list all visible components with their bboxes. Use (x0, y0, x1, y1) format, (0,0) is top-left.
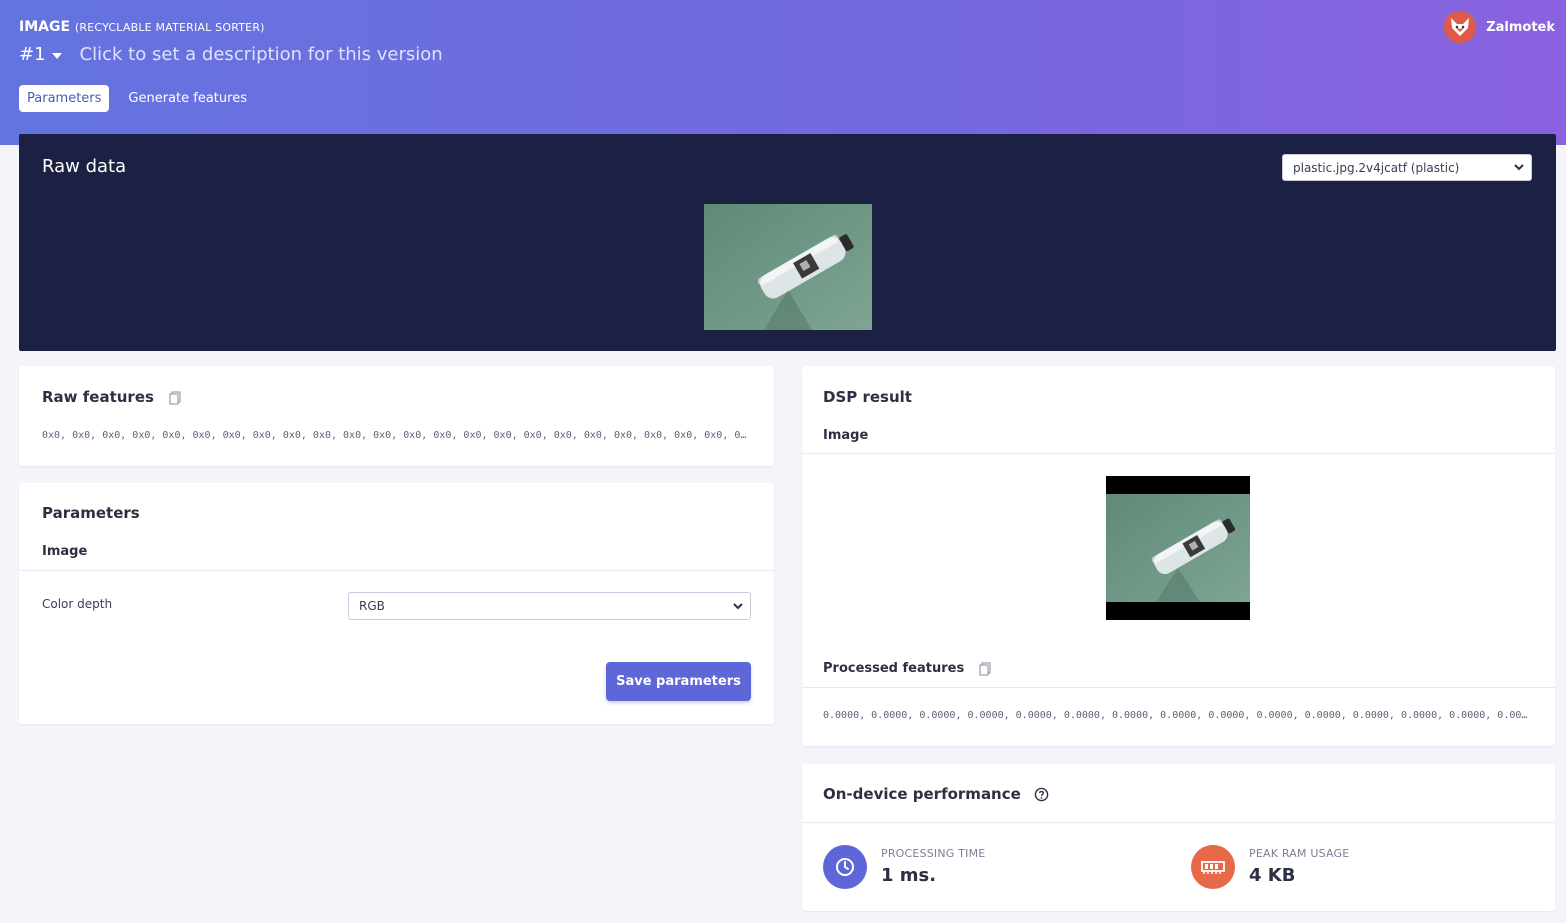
tab-parameters[interactable]: Parameters (19, 85, 110, 112)
raw-data-title: Raw data (42, 156, 127, 177)
parameters-title: Parameters (42, 504, 140, 522)
chevron-down-icon (733, 603, 743, 610)
user-name: Zalmotek (1486, 19, 1555, 35)
help-icon[interactable] (1034, 787, 1049, 802)
performance-title: On-device performance (823, 785, 1021, 803)
dsp-result-title: DSP result (823, 388, 912, 406)
dsp-section-image: Image (823, 428, 869, 443)
ram-icon (1191, 845, 1235, 889)
peak-ram-label: PEAK RAM USAGE (1249, 847, 1350, 860)
version-number: #1 (19, 44, 46, 65)
chevron-down-icon (1514, 164, 1524, 171)
user-menu[interactable]: Zalmotek (1444, 11, 1555, 43)
clock-icon (823, 845, 867, 889)
processing-time-label: PROCESSING TIME (881, 847, 986, 860)
project-name: (RECYCLABLE MATERIAL SORTER) (74, 21, 265, 34)
raw-features-values: 0x0, 0x0, 0x0, 0x0, 0x0, 0x0, 0x0, 0x0, … (42, 430, 752, 441)
parameters-card: Parameters Image Color depth RGB Save pa… (19, 483, 774, 724)
raw-data-panel: Raw data plastic.jpg.2v4jcatf (plastic) (19, 134, 1556, 351)
color-depth-value: RGB (359, 599, 385, 613)
processed-features-title-row: Processed features (823, 661, 992, 676)
sample-select-value: plastic.jpg.2v4jcatf (plastic) (1293, 160, 1460, 175)
processing-time-value: 1 ms. (881, 865, 937, 886)
divider (802, 453, 1555, 454)
processed-image (1106, 476, 1250, 620)
color-depth-label: Color depth (42, 597, 113, 611)
divider (802, 822, 1555, 823)
raw-features-title-row: Raw features (42, 388, 182, 406)
save-parameters-button[interactable]: Save parameters (606, 662, 751, 701)
parameters-section-image: Image (42, 544, 88, 559)
project-type: IMAGE (19, 19, 71, 35)
version-row: #1 Click to set a description for this v… (19, 44, 443, 65)
copy-icon[interactable] (169, 390, 182, 405)
header: IMAGE (RECYCLABLE MATERIAL SORTER) #1 Cl… (0, 0, 1566, 145)
divider (802, 687, 1555, 688)
fox-avatar-icon (1444, 11, 1477, 43)
raw-features-title: Raw features (42, 388, 154, 406)
tab-generate-features[interactable]: Generate features (120, 85, 255, 112)
performance-card: On-device performance PROCESSING TIME 1 … (802, 764, 1555, 911)
caret-down-icon (51, 52, 62, 59)
raw-features-card: Raw features 0x0, 0x0, 0x0, 0x0, 0x0, 0x… (19, 366, 774, 466)
project-title: IMAGE (RECYCLABLE MATERIAL SORTER) (19, 19, 265, 35)
processed-features-title: Processed features (823, 661, 965, 676)
processed-features-values: 0.0000, 0.0000, 0.0000, 0.0000, 0.0000, … (823, 710, 1529, 721)
divider (19, 570, 774, 571)
color-depth-select[interactable]: RGB (348, 592, 751, 620)
peak-ram-value: 4 KB (1249, 865, 1296, 886)
dsp-result-card: DSP result Image Processed features 0.00… (802, 366, 1555, 746)
plastic-bottle-photo (704, 204, 872, 330)
copy-icon[interactable] (979, 661, 992, 676)
sample-select[interactable]: plastic.jpg.2v4jcatf (plastic) (1282, 154, 1532, 181)
tab-bar: Parameters Generate features (19, 85, 255, 112)
performance-title-row: On-device performance (823, 785, 1049, 803)
version-description[interactable]: Click to set a description for this vers… (80, 44, 443, 65)
version-selector[interactable]: #1 (19, 44, 62, 65)
